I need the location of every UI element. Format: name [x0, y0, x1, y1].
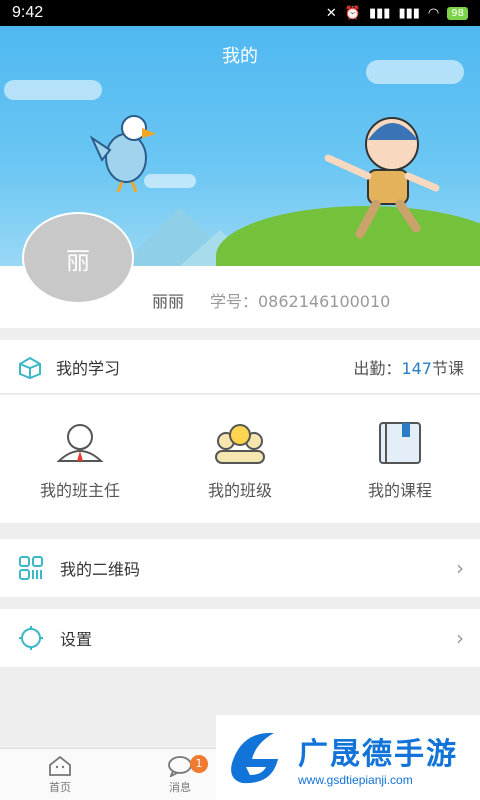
- student-id: 学号：0862146100010: [210, 292, 391, 311]
- tab-label: 首页: [49, 780, 71, 794]
- watermark-text: 广晟德手游 www.gsdtiepianji.com: [298, 729, 458, 787]
- my-qrcode-label: 我的二维码: [60, 560, 141, 579]
- settings-row[interactable]: 设置 ›: [0, 609, 480, 667]
- unread-badge: 1: [190, 755, 208, 773]
- bird-illustration: [89, 115, 156, 193]
- grid-label: 我的班级: [207, 481, 272, 500]
- qrcode-icon: [19, 556, 43, 580]
- watermark-main: 广晟德手游: [298, 736, 458, 772]
- status-icons: ✕ ⏰ ▮▮▮ ▮▮▮ ◠ 98: [326, 6, 468, 21]
- signal-icon-2: ▮▮▮: [398, 5, 420, 21]
- wifi-icon: ◠: [427, 5, 440, 21]
- status-bar: 9:42 ✕ ⏰ ▮▮▮ ▮▮▮ ◠ 98: [0, 0, 480, 26]
- watermark: 广晟德手游 www.gsdtiepianji.com: [216, 715, 480, 800]
- watermark-sub: www.gsdtiepianji.com: [298, 772, 413, 787]
- cloud-decoration: [4, 80, 102, 100]
- tab-home[interactable]: 首页: [0, 749, 120, 800]
- status-time: 9:42: [12, 4, 44, 21]
- watermark-logo-icon: [231, 732, 278, 783]
- grid-label: 我的班主任: [39, 481, 120, 500]
- my-courses-icon: [379, 422, 421, 464]
- message-icon: [168, 755, 192, 777]
- attendance-text: 出勤：147节课: [353, 355, 464, 379]
- battery-icon: 98: [447, 6, 468, 20]
- grid-item-my-courses[interactable]: 我的课程: [320, 395, 480, 523]
- boy-illustration: [324, 117, 440, 239]
- grid-item-my-class[interactable]: 我的班级: [160, 395, 320, 523]
- alarm-icon: ⏰: [344, 5, 361, 21]
- chevron-right-icon: ›: [456, 556, 464, 580]
- my-qrcode-row[interactable]: 我的二维码 ›: [0, 539, 480, 597]
- mute-icon: ✕: [325, 5, 337, 21]
- signal-icon: ▮▮▮: [368, 5, 391, 21]
- my-study-label: 我的学习: [56, 358, 121, 378]
- my-study-row[interactable]: 我的学习 出勤：147节课: [0, 340, 480, 394]
- grid-label: 我的课程: [367, 481, 432, 500]
- attendance-suffix: 节课: [431, 358, 464, 378]
- my-class-icon: [215, 424, 265, 464]
- chevron-right-icon: ›: [456, 626, 464, 650]
- attendance-value: 147: [401, 358, 432, 378]
- home-icon: [49, 755, 71, 776]
- cloud-decoration: [366, 60, 464, 84]
- gear-icon: [19, 626, 43, 650]
- study-icon: [19, 356, 41, 379]
- grid-item-head-teacher[interactable]: 我的班主任: [0, 395, 160, 523]
- settings-label: 设置: [60, 630, 93, 649]
- attendance-prefix: 出勤：: [353, 358, 402, 378]
- study-grid: 我的班主任 我的班级 我的课程: [0, 395, 480, 523]
- tab-label: 消息: [169, 780, 191, 794]
- user-name: 丽丽: [152, 292, 185, 311]
- head-teacher-icon: [56, 424, 104, 462]
- avatar[interactable]: 丽: [22, 212, 134, 304]
